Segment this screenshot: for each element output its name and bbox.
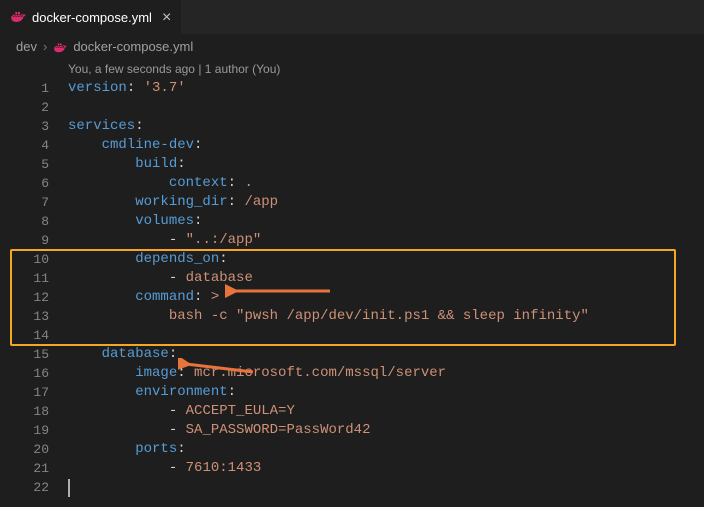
code-line[interactable]: 14 (0, 326, 704, 345)
tab-filename: docker-compose.yml (32, 10, 152, 25)
code-line[interactable]: 19 - SA_PASSWORD=PassWord42 (0, 421, 704, 440)
line-number: 16 (0, 364, 55, 383)
code-line[interactable]: 7 working_dir: /app (0, 193, 704, 212)
line-number: 14 (0, 326, 55, 345)
tab-close-button[interactable]: × (162, 9, 171, 27)
line-number: 17 (0, 383, 55, 402)
line-number: 22 (0, 478, 55, 497)
text-cursor (68, 479, 70, 497)
line-number: 13 (0, 307, 55, 326)
git-codelens[interactable]: You, a few seconds ago | 1 author (You) (0, 59, 704, 79)
code-line[interactable]: 10 depends_on: (0, 250, 704, 269)
breadcrumb-folder[interactable]: dev (16, 39, 37, 54)
code-line[interactable]: 12 command: > (0, 288, 704, 307)
code-line[interactable]: 18 - ACCEPT_EULA=Y (0, 402, 704, 421)
docker-icon (10, 8, 26, 27)
code-editor[interactable]: 1version: '3.7' 2 3services: 4 cmdline-d… (0, 79, 704, 497)
line-number: 6 (0, 174, 55, 193)
line-number: 20 (0, 440, 55, 459)
code-line[interactable]: 8 volumes: (0, 212, 704, 231)
line-number: 10 (0, 250, 55, 269)
line-number: 5 (0, 155, 55, 174)
breadcrumb-separator: › (43, 39, 47, 54)
code-line[interactable]: 22 (0, 478, 704, 497)
code-line[interactable]: 11 - database (0, 269, 704, 288)
line-number: 2 (0, 98, 55, 117)
code-line[interactable]: 3services: (0, 117, 704, 136)
editor-tab[interactable]: docker-compose.yml × (0, 0, 181, 35)
code-line[interactable]: 6 context: . (0, 174, 704, 193)
code-line[interactable]: 1version: '3.7' (0, 79, 704, 98)
code-line[interactable]: 16 image: mcr.microsoft.com/mssql/server (0, 364, 704, 383)
line-number: 4 (0, 136, 55, 155)
code-line[interactable]: 20 ports: (0, 440, 704, 459)
docker-icon (53, 38, 67, 54)
code-line[interactable]: 17 environment: (0, 383, 704, 402)
breadcrumb[interactable]: dev › docker-compose.yml (0, 35, 704, 57)
code-line[interactable]: 2 (0, 98, 704, 117)
tab-bar: docker-compose.yml × (0, 0, 704, 35)
line-number: 19 (0, 421, 55, 440)
code-line[interactable]: 4 cmdline-dev: (0, 136, 704, 155)
line-number: 3 (0, 117, 55, 136)
code-line[interactable]: 21 - 7610:1433 (0, 459, 704, 478)
line-number: 12 (0, 288, 55, 307)
line-number: 9 (0, 231, 55, 250)
code-line[interactable]: 9 - "..:/app" (0, 231, 704, 250)
line-number: 18 (0, 402, 55, 421)
code-line[interactable]: 5 build: (0, 155, 704, 174)
line-number: 7 (0, 193, 55, 212)
line-number: 11 (0, 269, 55, 288)
line-number: 15 (0, 345, 55, 364)
line-number: 8 (0, 212, 55, 231)
code-line[interactable]: 13 bash -c "pwsh /app/dev/init.ps1 && sl… (0, 307, 704, 326)
line-number: 21 (0, 459, 55, 478)
breadcrumb-file[interactable]: docker-compose.yml (73, 39, 193, 54)
code-line[interactable]: 15 database: (0, 345, 704, 364)
line-number: 1 (0, 79, 55, 98)
